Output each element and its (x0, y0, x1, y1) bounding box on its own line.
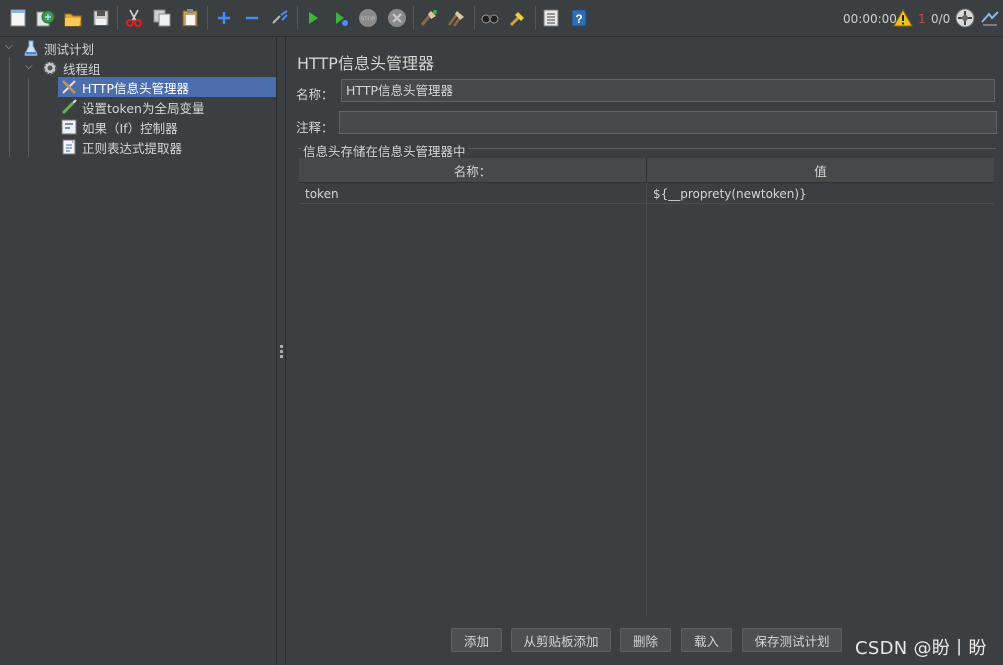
load-button[interactable]: 载入 (681, 628, 732, 652)
paste-icon[interactable] (180, 8, 200, 28)
table-cell-value[interactable]: ${__proprety(newtoken)} (647, 184, 994, 204)
tree-item-http-header-manager[interactable]: HTTP信息头管理器 (58, 77, 276, 97)
toolbar-separator (474, 6, 475, 30)
header-manager-panel: HTTP信息头管理器 名称： HTTP信息头管理器 注释： 信息头存储在信息头管… (287, 37, 1003, 665)
name-field[interactable]: HTTP信息头管理器 (341, 79, 995, 102)
cut-icon[interactable] (124, 8, 144, 28)
add-button[interactable]: 添加 (451, 628, 502, 652)
regex-extractor-icon (60, 138, 78, 156)
toolbar-separator (413, 6, 414, 30)
header-manager-tools-icon (60, 78, 78, 96)
toggle-icon[interactable] (270, 8, 290, 28)
delete-button[interactable]: 删除 (620, 628, 671, 652)
log-icon[interactable] (980, 8, 1000, 28)
toolbar-separator (117, 6, 118, 30)
tree-item-label: 测试计划 (44, 41, 95, 57)
toolbar-separator (297, 6, 298, 30)
tree-item-regex-extractor[interactable]: 正则表达式提取器 (60, 137, 182, 157)
tree-item-test-plan[interactable]: 测试计划 (22, 38, 94, 58)
tree-item-label: 如果（If）控制器 (82, 120, 178, 136)
clear-all-icon[interactable] (447, 8, 467, 28)
table-cell-name[interactable]: token (299, 184, 646, 204)
collapse-icon[interactable] (242, 8, 262, 28)
copy-icon[interactable] (152, 8, 172, 28)
remote-icon[interactable] (955, 8, 975, 28)
reset-search-icon[interactable] (508, 8, 528, 28)
svg-text:?: ? (575, 12, 582, 26)
comment-field[interactable] (339, 111, 997, 134)
svg-text:STOP: STOP (361, 17, 376, 23)
tree-item-label: HTTP信息头管理器 (82, 80, 189, 96)
test-plan-tree[interactable]: ⌵ 测试计划 ⌵ 线程组 HTTP信息头管理器 设置token为全局变量 如果（… (0, 37, 277, 665)
column-header-value[interactable]: 值 (647, 158, 994, 183)
watermark: CSDN @盼丨盼 (855, 638, 987, 659)
page-title: HTTP信息头管理器 (297, 54, 434, 73)
tree-item-label: 设置token为全局变量 (82, 100, 205, 116)
tree-item-thread-group[interactable]: 线程组 (41, 58, 101, 78)
start-icon[interactable] (303, 8, 323, 28)
toolbar-separator (207, 6, 208, 30)
tree-guide-line (28, 78, 29, 157)
tree-item-label: 线程组 (63, 61, 101, 77)
stop-icon[interactable]: STOP (358, 8, 378, 28)
function-helper-icon[interactable] (541, 8, 561, 28)
thread-group-gear-icon (41, 59, 59, 77)
help-icon[interactable]: ? (569, 8, 589, 28)
save-test-plan-button[interactable]: 保存测试计划 (742, 628, 842, 652)
tree-item-set-token-global[interactable]: 设置token为全局变量 (60, 97, 204, 117)
comment-label: 注释： (296, 120, 334, 135)
beanshell-pen-icon (60, 98, 78, 116)
open-icon[interactable] (63, 8, 83, 28)
warning-icon[interactable] (893, 8, 913, 28)
save-icon[interactable] (91, 8, 111, 28)
expand-icon[interactable] (214, 8, 234, 28)
headers-table[interactable]: 名称： 值 token ${__proprety(newtoken)} (299, 158, 994, 616)
column-header-name[interactable]: 名称： (299, 158, 647, 183)
shutdown-icon[interactable] (387, 8, 407, 28)
column-divider (646, 183, 647, 616)
toolbar: STOP ? 00:00:00 1 0/0 (0, 0, 1003, 37)
chevron-down-icon[interactable]: ⌵ (25, 61, 33, 72)
test-plan-flask-icon (22, 39, 40, 57)
name-label: 名称： (296, 87, 334, 102)
add-from-clipboard-button[interactable]: 从剪贴板添加 (511, 628, 611, 652)
panel-splitter[interactable] (277, 37, 286, 665)
if-controller-icon (60, 118, 78, 136)
start-no-pause-icon[interactable] (331, 8, 351, 28)
tree-guide-line (9, 57, 10, 157)
splitter-grip-icon (280, 345, 283, 360)
toolbar-separator (535, 6, 536, 30)
error-count: 1 (918, 12, 926, 26)
new-icon[interactable] (8, 8, 28, 28)
active-threads-count: 0/0 (931, 12, 951, 26)
search-icon[interactable] (480, 8, 500, 28)
clear-icon[interactable] (419, 8, 439, 28)
tree-item-label: 正则表达式提取器 (82, 140, 183, 156)
elapsed-timer: 00:00:00 (843, 12, 897, 26)
chevron-down-icon[interactable]: ⌵ (5, 41, 13, 52)
templates-icon[interactable] (35, 8, 55, 28)
tree-item-if-controller[interactable]: 如果（If）控制器 (60, 117, 178, 137)
